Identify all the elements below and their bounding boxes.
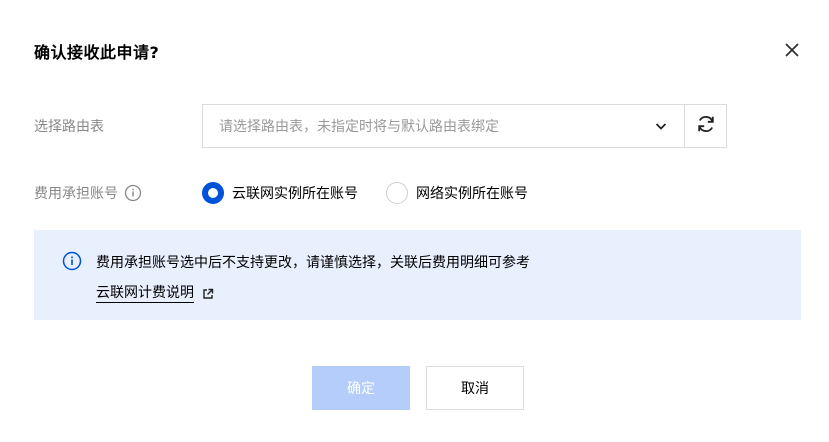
info-icon <box>62 251 82 271</box>
external-link-icon[interactable] <box>202 288 214 300</box>
cost-account-label: 费用承担账号 <box>34 186 118 202</box>
radio-option-network-account[interactable]: 网络实例所在账号 <box>386 182 528 204</box>
notice-box: 费用承担账号选中后不支持更改，请谨慎选择，关联后费用明细可参考 云联网计费说明 <box>34 230 801 320</box>
chevron-down-icon <box>654 119 668 133</box>
dialog-title: 确认接收此申请? <box>34 43 160 62</box>
confirm-button[interactable]: 确定 <box>312 366 410 410</box>
cost-account-radio-group: 云联网实例所在账号 网络实例所在账号 <box>202 182 556 204</box>
close-icon[interactable] <box>780 38 804 62</box>
route-table-label: 选择路由表 <box>34 119 104 135</box>
cost-account-label-group: 费用承担账号 <box>34 183 142 203</box>
confirm-dialog: 确认接收此申请? 选择路由表 请选择路由表，未指定时将与默认路由表绑定 费用承担… <box>0 0 829 442</box>
radio-option-label: 云联网实例所在账号 <box>232 186 358 202</box>
radio-option-ccn-account[interactable]: 云联网实例所在账号 <box>202 182 358 204</box>
route-table-select[interactable]: 请选择路由表，未指定时将与默认路由表绑定 <box>202 104 684 148</box>
refresh-icon <box>695 113 717 139</box>
radio-option-label: 网络实例所在账号 <box>416 186 528 202</box>
notice-text: 费用承担账号选中后不支持更改，请谨慎选择，关联后费用明细可参考 <box>96 255 530 271</box>
radio-checked-icon[interactable] <box>202 182 224 204</box>
cancel-button[interactable]: 取消 <box>426 366 524 410</box>
refresh-button[interactable] <box>684 104 727 148</box>
billing-doc-link-text[interactable]: 云联网计费说明 <box>96 284 194 303</box>
route-table-placeholder: 请选择路由表，未指定时将与默认路由表绑定 <box>219 119 499 135</box>
info-icon[interactable] <box>124 184 142 202</box>
billing-doc-link[interactable]: 云联网计费说明 <box>96 284 214 303</box>
radio-unchecked-icon[interactable] <box>386 182 408 204</box>
